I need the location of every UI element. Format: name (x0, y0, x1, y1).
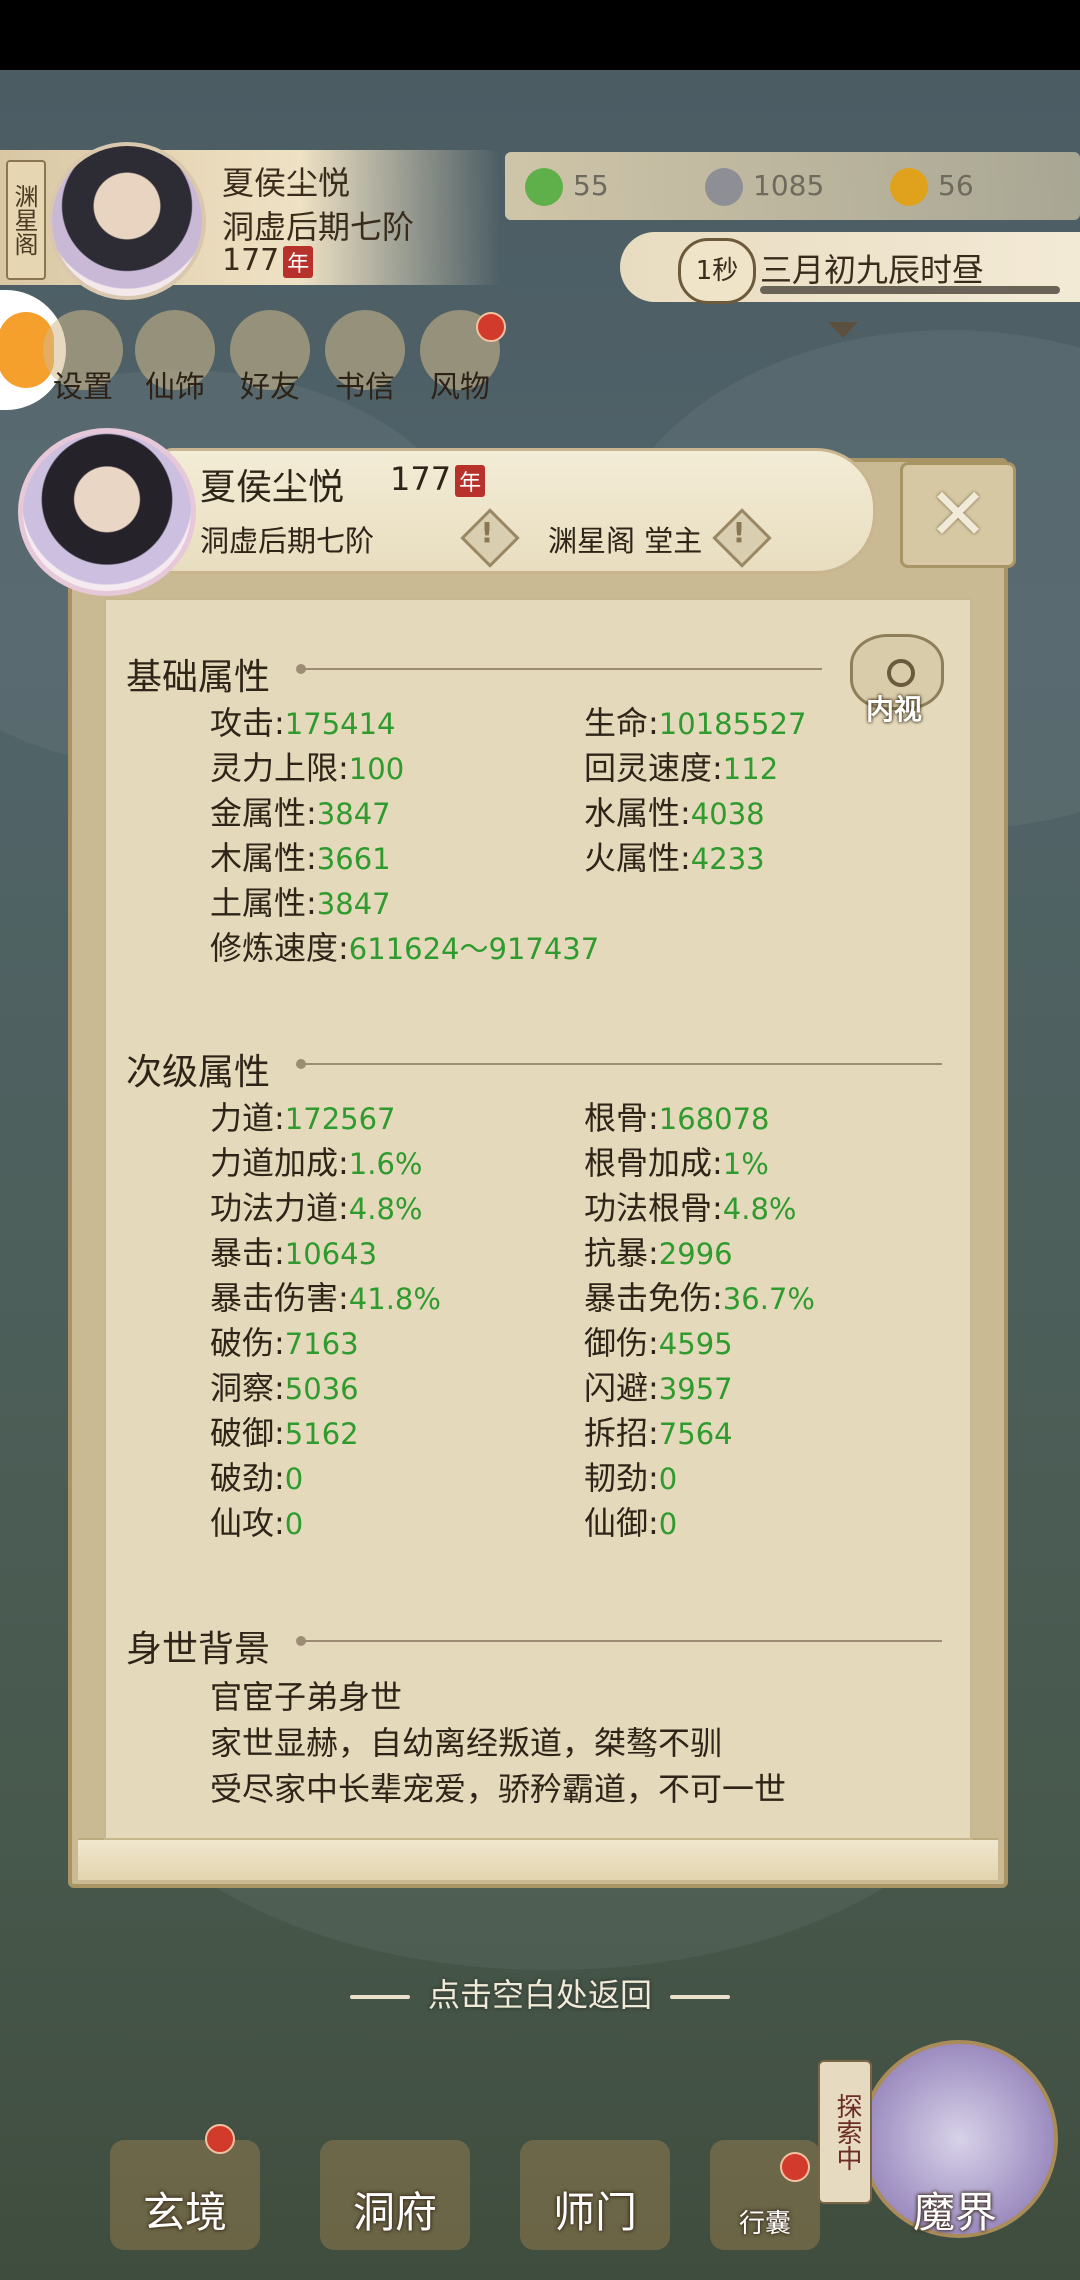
player-age: 177 年 (222, 243, 314, 278)
stat-earth: 土属性:3847 (210, 884, 391, 922)
attributes-panel[interactable]: 基础属性 内视 攻击:175414 生命:10185527 灵力上限:100 回… (104, 598, 972, 1840)
notification-dot (476, 312, 506, 342)
dialog-avatar (18, 428, 196, 596)
menu-settings[interactable]: 设置 (38, 310, 128, 410)
nav-xuanjing[interactable]: 玄境 (110, 2080, 260, 2280)
resource-coin[interactable]: 1085 (705, 168, 824, 206)
age-unit-badge: 年 (455, 465, 486, 497)
nav-mojie[interactable]: 魔界 (860, 2080, 1050, 2280)
time-progress-bar (760, 286, 1060, 294)
stat-strength: 力道:172567 (210, 1099, 396, 1137)
stat-damage-defense: 御伤:4595 (584, 1324, 733, 1362)
stat-cultivation-speed: 修炼速度:611624～917437 (210, 929, 600, 967)
stat-insight: 洞察:5036 (210, 1369, 359, 1407)
inner-view-button[interactable]: 内视 (846, 630, 944, 726)
nav-dongfu[interactable]: 洞府 (320, 2080, 470, 2280)
coin-icon (705, 168, 743, 206)
player-avatar[interactable] (48, 142, 206, 300)
resource-jade[interactable]: 55 (525, 168, 609, 206)
stat-hp: 生命:10185527 (584, 704, 807, 742)
stat-attack: 攻击:175414 (210, 704, 396, 742)
dialog-scroll-bottom (78, 1838, 998, 1880)
background-title: 身世背景 (126, 1629, 271, 1670)
stat-crit-damage-reduction: 暴击免伤:36.7% (584, 1279, 815, 1317)
stat-fire: 火属性:4233 (584, 839, 765, 877)
section-divider (296, 1636, 942, 1646)
stat-crit-damage: 暴击伤害:41.8% (210, 1279, 441, 1317)
player-realm: 洞虚后期七阶 (222, 208, 415, 246)
stat-constitution: 根骨:168078 (584, 1099, 770, 1137)
close-icon: ✕ (927, 472, 989, 556)
stat-toughness: 韧劲:0 (584, 1459, 678, 1497)
background-line: 家世显赫，自幼离经叛道，桀骜不驯 (210, 1724, 723, 1762)
stat-parry: 拆招:7564 (584, 1414, 733, 1452)
nav-shimen[interactable]: 师门 (520, 2080, 670, 2280)
stat-technique-constitution: 功法根骨:4.8% (584, 1189, 797, 1227)
stat-immortal-attack: 仙攻:0 (210, 1504, 304, 1542)
time-speed-button[interactable]: 1秒 (678, 238, 756, 304)
resource-gold[interactable]: 56 (890, 168, 974, 206)
menu-letters[interactable]: 书信 (320, 310, 410, 410)
background-line: 官宦子弟身世 (210, 1678, 403, 1716)
stat-crit: 暴击:10643 (210, 1234, 378, 1272)
basic-attributes-title: 基础属性 (126, 657, 271, 698)
stat-water: 水属性:4038 (584, 794, 765, 832)
stat-immortal-defense: 仙御:0 (584, 1504, 678, 1542)
section-divider (296, 1059, 942, 1069)
stat-mana-cap: 灵力上限:100 (210, 749, 405, 787)
sect-info-icon[interactable]: ! (712, 508, 772, 568)
dialog-player-sect: 渊星阁 堂主 (548, 524, 703, 558)
player-name: 夏侯尘悦 (222, 164, 351, 202)
stat-technique-strength: 功法力道:4.8% (210, 1189, 423, 1227)
stat-crit-resist: 抗暴:2996 (584, 1234, 733, 1272)
stat-wood: 木属性:3661 (210, 839, 391, 877)
nav-xingnang[interactable]: 行囊 (710, 2080, 820, 2280)
stat-mana-regen: 回灵速度:112 (584, 749, 779, 787)
menu-costume[interactable]: 仙饰 (130, 310, 220, 410)
realm-info-icon[interactable]: ! (460, 508, 520, 568)
dialog-player-realm: 洞虚后期七阶 (200, 524, 375, 558)
section-divider (296, 664, 822, 674)
background-line: 受尽家中长辈宠爱，骄矜霸道，不可一世 (210, 1770, 787, 1808)
age-unit-badge: 年 (283, 245, 314, 278)
location-tag: 渊星阁 (6, 160, 46, 280)
dialog-player-name: 夏侯尘悦 (200, 467, 345, 508)
game-date-time: 三月初九辰时昼 (760, 251, 985, 289)
stat-metal: 金属性:3847 (210, 794, 391, 832)
notification-dot (205, 2124, 235, 2154)
stat-dodge: 闪避:3957 (584, 1369, 733, 1407)
gold-ingot-icon (890, 168, 928, 206)
stat-penetration: 破伤:7163 (210, 1324, 359, 1362)
status-bar (0, 0, 1080, 70)
close-button[interactable]: ✕ (900, 462, 1016, 568)
notification-dot (780, 2152, 810, 2182)
menu-friends[interactable]: 好友 (225, 310, 315, 410)
jade-leaf-icon (525, 168, 563, 206)
secondary-attributes-title: 次级属性 (126, 1052, 271, 1093)
stat-armor-break: 破御:5162 (210, 1414, 359, 1452)
dialog-player-age: 177 年 (390, 460, 486, 498)
stat-force-break: 破劲:0 (210, 1459, 304, 1497)
chevron-down-icon[interactable] (828, 322, 858, 338)
stat-strength-bonus: 力道加成:1.6% (210, 1144, 423, 1182)
tap-to-return-hint[interactable]: 点击空白处返回 (0, 1970, 1080, 2016)
stat-constitution-bonus: 根骨加成:1% (584, 1144, 769, 1182)
